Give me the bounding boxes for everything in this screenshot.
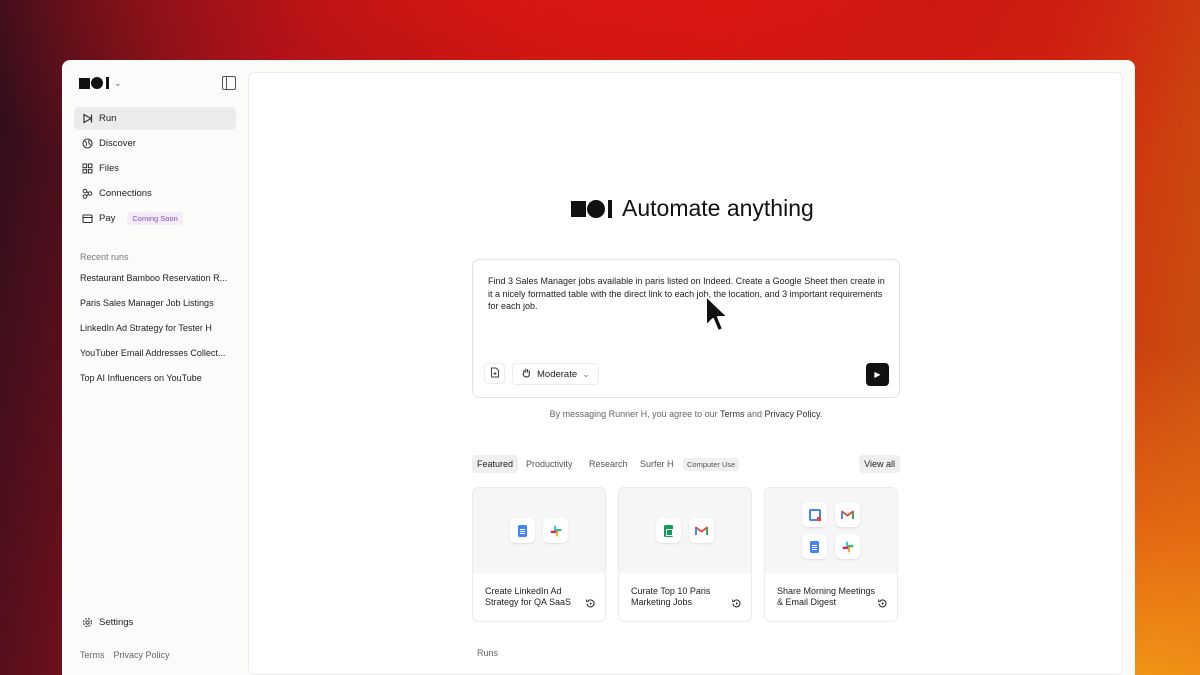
computer-use-tag: Computer Use bbox=[683, 458, 740, 471]
google-docs-icon bbox=[510, 518, 535, 543]
terms-link[interactable]: Terms bbox=[720, 409, 745, 419]
app-window: ⌄ Run Discover Files Connections Pay Com… bbox=[62, 60, 1135, 675]
template-card[interactable]: Create LinkedIn Ad Strategy for QA SaaS bbox=[472, 487, 606, 622]
sidebar: ⌄ Run Discover Files Connections Pay Com… bbox=[62, 60, 248, 675]
prompt-composer[interactable]: Find 3 Sales Manager jobs available in p… bbox=[472, 259, 900, 398]
google-docs-icon bbox=[802, 534, 827, 559]
hand-icon bbox=[521, 367, 532, 381]
prompt-input[interactable]: Find 3 Sales Manager jobs available in p… bbox=[488, 275, 888, 313]
main-panel: Automate anything Find 3 Sales Manager j… bbox=[248, 72, 1123, 675]
play-icon: ▶ bbox=[874, 370, 881, 379]
sidebar-item-connections[interactable]: Connections bbox=[74, 182, 236, 205]
sidebar-item-run[interactable]: Run bbox=[74, 107, 236, 130]
slack-icon bbox=[543, 518, 568, 543]
card-title: Share Morning Meetings & Email Digest bbox=[777, 586, 876, 607]
play-outline-icon bbox=[81, 113, 93, 125]
wallet-icon bbox=[81, 213, 93, 225]
card-title: Curate Top 10 Paris Marketing Jobs bbox=[631, 586, 711, 607]
tab-productivity[interactable]: Productivity bbox=[526, 455, 573, 473]
recent-run-item[interactable]: Paris Sales Manager Job Listings bbox=[80, 295, 235, 320]
slack-icon bbox=[835, 534, 860, 559]
google-calendar-icon bbox=[802, 502, 827, 527]
sidebar-item-label: Discover bbox=[99, 138, 136, 149]
gmail-icon bbox=[835, 502, 860, 527]
consent-suffix: . bbox=[819, 409, 823, 419]
google-sheets-icon bbox=[656, 518, 681, 543]
connections-icon bbox=[81, 188, 93, 200]
page-title: Automate anything bbox=[622, 195, 814, 221]
view-all-button[interactable]: View all bbox=[859, 455, 900, 473]
sidebar-toggle-icon[interactable] bbox=[222, 76, 236, 90]
hero: Automate anything bbox=[571, 195, 814, 222]
recent-runs-list: Restaurant Bamboo Reservation R... Paris… bbox=[80, 270, 235, 395]
sidebar-item-label: Connections bbox=[99, 188, 152, 199]
sidebar-footer: Terms Privacy Policy bbox=[80, 650, 170, 660]
sidebar-item-label: Pay bbox=[99, 213, 116, 224]
privacy-link[interactable]: Privacy Policy bbox=[114, 650, 170, 660]
send-button[interactable]: ▶ bbox=[866, 363, 889, 386]
tab-surfer-h[interactable]: Surfer H bbox=[640, 455, 674, 473]
brand-logo bbox=[571, 199, 612, 218]
recent-run-item[interactable]: YouTuber Email Addresses Collect... bbox=[80, 345, 235, 370]
privacy-link[interactable]: Privacy Policy bbox=[765, 409, 820, 419]
sidebar-nav: Run Discover Files Connections Pay Comin… bbox=[74, 107, 236, 232]
settings-label: Settings bbox=[99, 616, 134, 628]
grid-icon bbox=[81, 163, 93, 175]
template-card[interactable]: Curate Top 10 Paris Marketing Jobs bbox=[618, 487, 752, 622]
attach-file-button[interactable] bbox=[484, 363, 505, 384]
mouse-cursor-icon bbox=[704, 294, 730, 339]
globe-icon bbox=[81, 138, 93, 150]
run-history-icon[interactable] bbox=[731, 598, 742, 612]
terms-link[interactable]: Terms bbox=[80, 650, 105, 660]
sidebar-item-discover[interactable]: Discover bbox=[74, 132, 236, 155]
chevron-down-icon: ⌄ bbox=[582, 368, 590, 379]
tab-research[interactable]: Research bbox=[589, 455, 628, 473]
sidebar-item-label: Run bbox=[99, 113, 117, 124]
sidebar-item-pay[interactable]: Pay Coming Soon bbox=[74, 207, 236, 230]
file-plus-icon bbox=[490, 367, 500, 381]
sidebar-item-label: Files bbox=[99, 163, 120, 174]
card-preview bbox=[473, 488, 605, 573]
card-preview bbox=[765, 488, 897, 573]
runs-section-heading: Runs bbox=[477, 648, 499, 658]
gear-icon bbox=[81, 616, 93, 628]
run-history-icon[interactable] bbox=[877, 598, 888, 612]
coming-soon-badge: Coming Soon bbox=[127, 212, 183, 225]
recent-run-item[interactable]: Restaurant Bamboo Reservation R... bbox=[80, 270, 235, 295]
sidebar-item-settings[interactable]: Settings bbox=[81, 616, 133, 628]
run-history-icon[interactable] bbox=[585, 598, 596, 612]
consent-text: By messaging Runner H, you agree to our … bbox=[472, 409, 900, 419]
chevron-down-icon: ⌄ bbox=[114, 77, 122, 88]
brand-logo bbox=[79, 77, 109, 89]
tab-featured[interactable]: Featured bbox=[472, 455, 519, 473]
recent-run-item[interactable]: Top AI Influencers on YouTube bbox=[80, 370, 235, 395]
template-tabs: Featured Productivity Research Surfer H … bbox=[472, 455, 900, 473]
consent-prefix: By messaging Runner H, you agree to our bbox=[549, 409, 721, 419]
recent-runs-heading: Recent runs bbox=[80, 252, 129, 262]
consent-and: and bbox=[744, 409, 765, 419]
sidebar-item-files[interactable]: Files bbox=[74, 157, 236, 180]
mode-select[interactable]: Moderate ⌄ bbox=[512, 363, 599, 385]
card-preview bbox=[619, 488, 751, 573]
card-title: Create LinkedIn Ad Strategy for QA SaaS bbox=[485, 586, 572, 607]
template-card[interactable]: Share Morning Meetings & Email Digest bbox=[764, 487, 898, 622]
workspace-switcher[interactable]: ⌄ bbox=[79, 77, 122, 89]
recent-run-item[interactable]: LinkedIn Ad Strategy for Tester H bbox=[80, 320, 235, 345]
mode-label: Moderate bbox=[537, 368, 578, 380]
gmail-icon bbox=[689, 518, 714, 543]
